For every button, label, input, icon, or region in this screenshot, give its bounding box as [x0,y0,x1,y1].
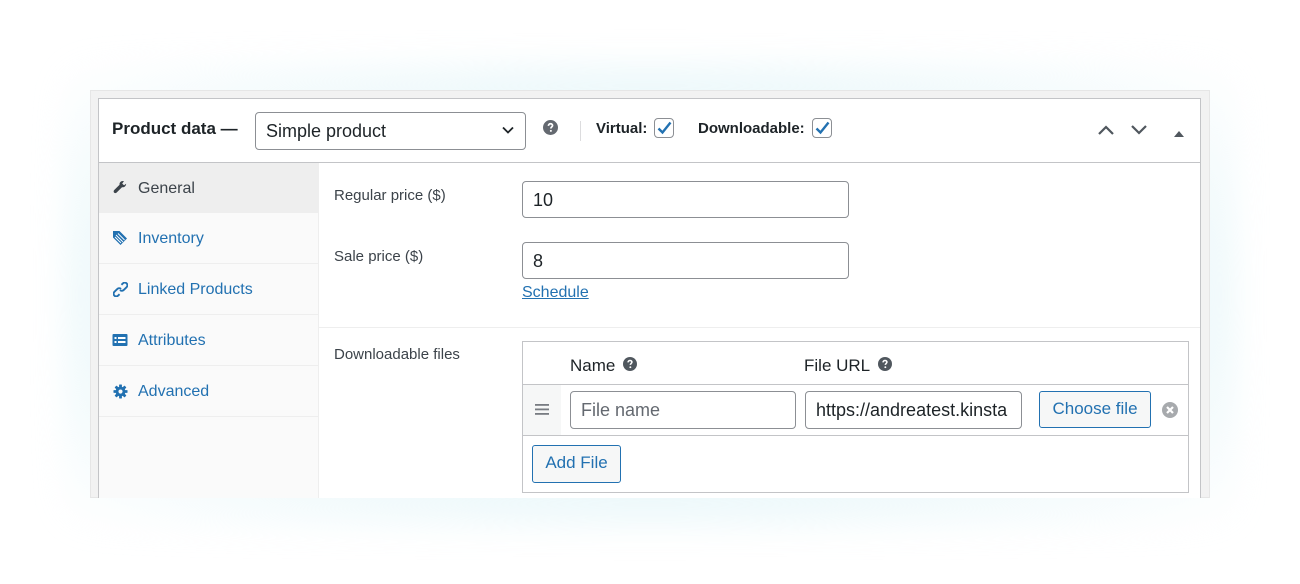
product-type-value: Simple product [266,121,387,141]
chevron-up-icon [1098,125,1114,135]
move-down-button[interactable] [1130,123,1148,141]
product-data-panel: Product data — Simple product Virtual: D… [98,98,1201,498]
file-name-placeholder: File name [581,400,661,420]
tab-attributes[interactable]: Attributes [99,315,318,366]
file-row: File name https://andreatest.kinsta Choo… [523,384,1188,436]
remove-file-button[interactable] [1162,402,1178,423]
tab-label: Attributes [138,332,206,349]
file-url-input[interactable]: https://andreatest.kinsta [805,391,1022,429]
wrench-icon [112,180,128,196]
column-label: Name [570,356,616,375]
regular-price-input[interactable]: 10 [522,181,849,218]
virtual-label: Virtual: [596,120,648,137]
remove-circle-icon [1162,402,1178,418]
toggle-panel-button[interactable] [1173,125,1185,143]
sale-price-value: 8 [533,251,544,271]
downloadable-files-table: Name File URL File name https://andreate… [522,341,1189,493]
tab-label: Linked Products [138,281,253,298]
tab-advanced[interactable]: Advanced [99,366,318,417]
general-tab-panel: Regular price ($) 10 Sale price ($) 8 Sc… [319,163,1200,498]
regular-price-value: 10 [533,190,554,210]
virtual-checkbox[interactable] [654,118,674,138]
column-label: File URL [804,356,871,375]
drag-lines-icon [535,404,549,415]
drag-handle[interactable] [523,385,561,435]
downloadable-files-label: Downloadable files [334,346,460,363]
help-icon[interactable] [623,356,638,376]
file-name-input[interactable]: File name [570,391,796,429]
regular-price-label: Regular price ($) [334,187,446,204]
sale-price-input[interactable]: 8 [522,242,849,279]
tab-general[interactable]: General [99,163,318,213]
panel-title: Product data — [112,119,238,138]
checkmark-icon [815,121,830,135]
column-header-file-url: File URL [804,356,893,376]
gear-icon [112,383,128,399]
file-url-value: https://andreatest.kinsta [816,400,1008,420]
downloadable-label: Downloadable: [698,120,805,137]
help-icon[interactable] [878,356,893,376]
schedule-link[interactable]: Schedule [522,284,589,302]
help-icon[interactable] [543,120,558,140]
move-up-button[interactable] [1097,123,1115,141]
add-file-button[interactable]: Add File [532,445,621,483]
tab-inventory[interactable]: Inventory [99,213,318,264]
link-icon [112,281,128,297]
tab-label: General [138,179,195,197]
header-divider [580,121,581,141]
product-data-header: Product data — Simple product Virtual: D… [99,99,1200,163]
product-data-tabs: General Inventory Linked Products Attrib… [99,163,319,498]
downloadable-checkbox[interactable] [812,118,832,138]
tag-icon [112,230,128,246]
tab-linked-products[interactable]: Linked Products [99,264,318,315]
column-header-name: Name [570,356,638,376]
section-divider [319,327,1200,328]
chevron-down-icon [1131,125,1147,135]
list-card-icon [112,332,128,348]
sale-price-label: Sale price ($) [334,248,424,265]
tab-label: Advanced [138,383,210,400]
product-type-select[interactable]: Simple product [255,112,526,150]
checkmark-icon [657,121,672,135]
triangle-up-icon [1174,131,1184,137]
tab-label: Inventory [138,230,204,247]
chevron-down-icon [502,126,514,134]
choose-file-button[interactable]: Choose file [1039,391,1151,428]
